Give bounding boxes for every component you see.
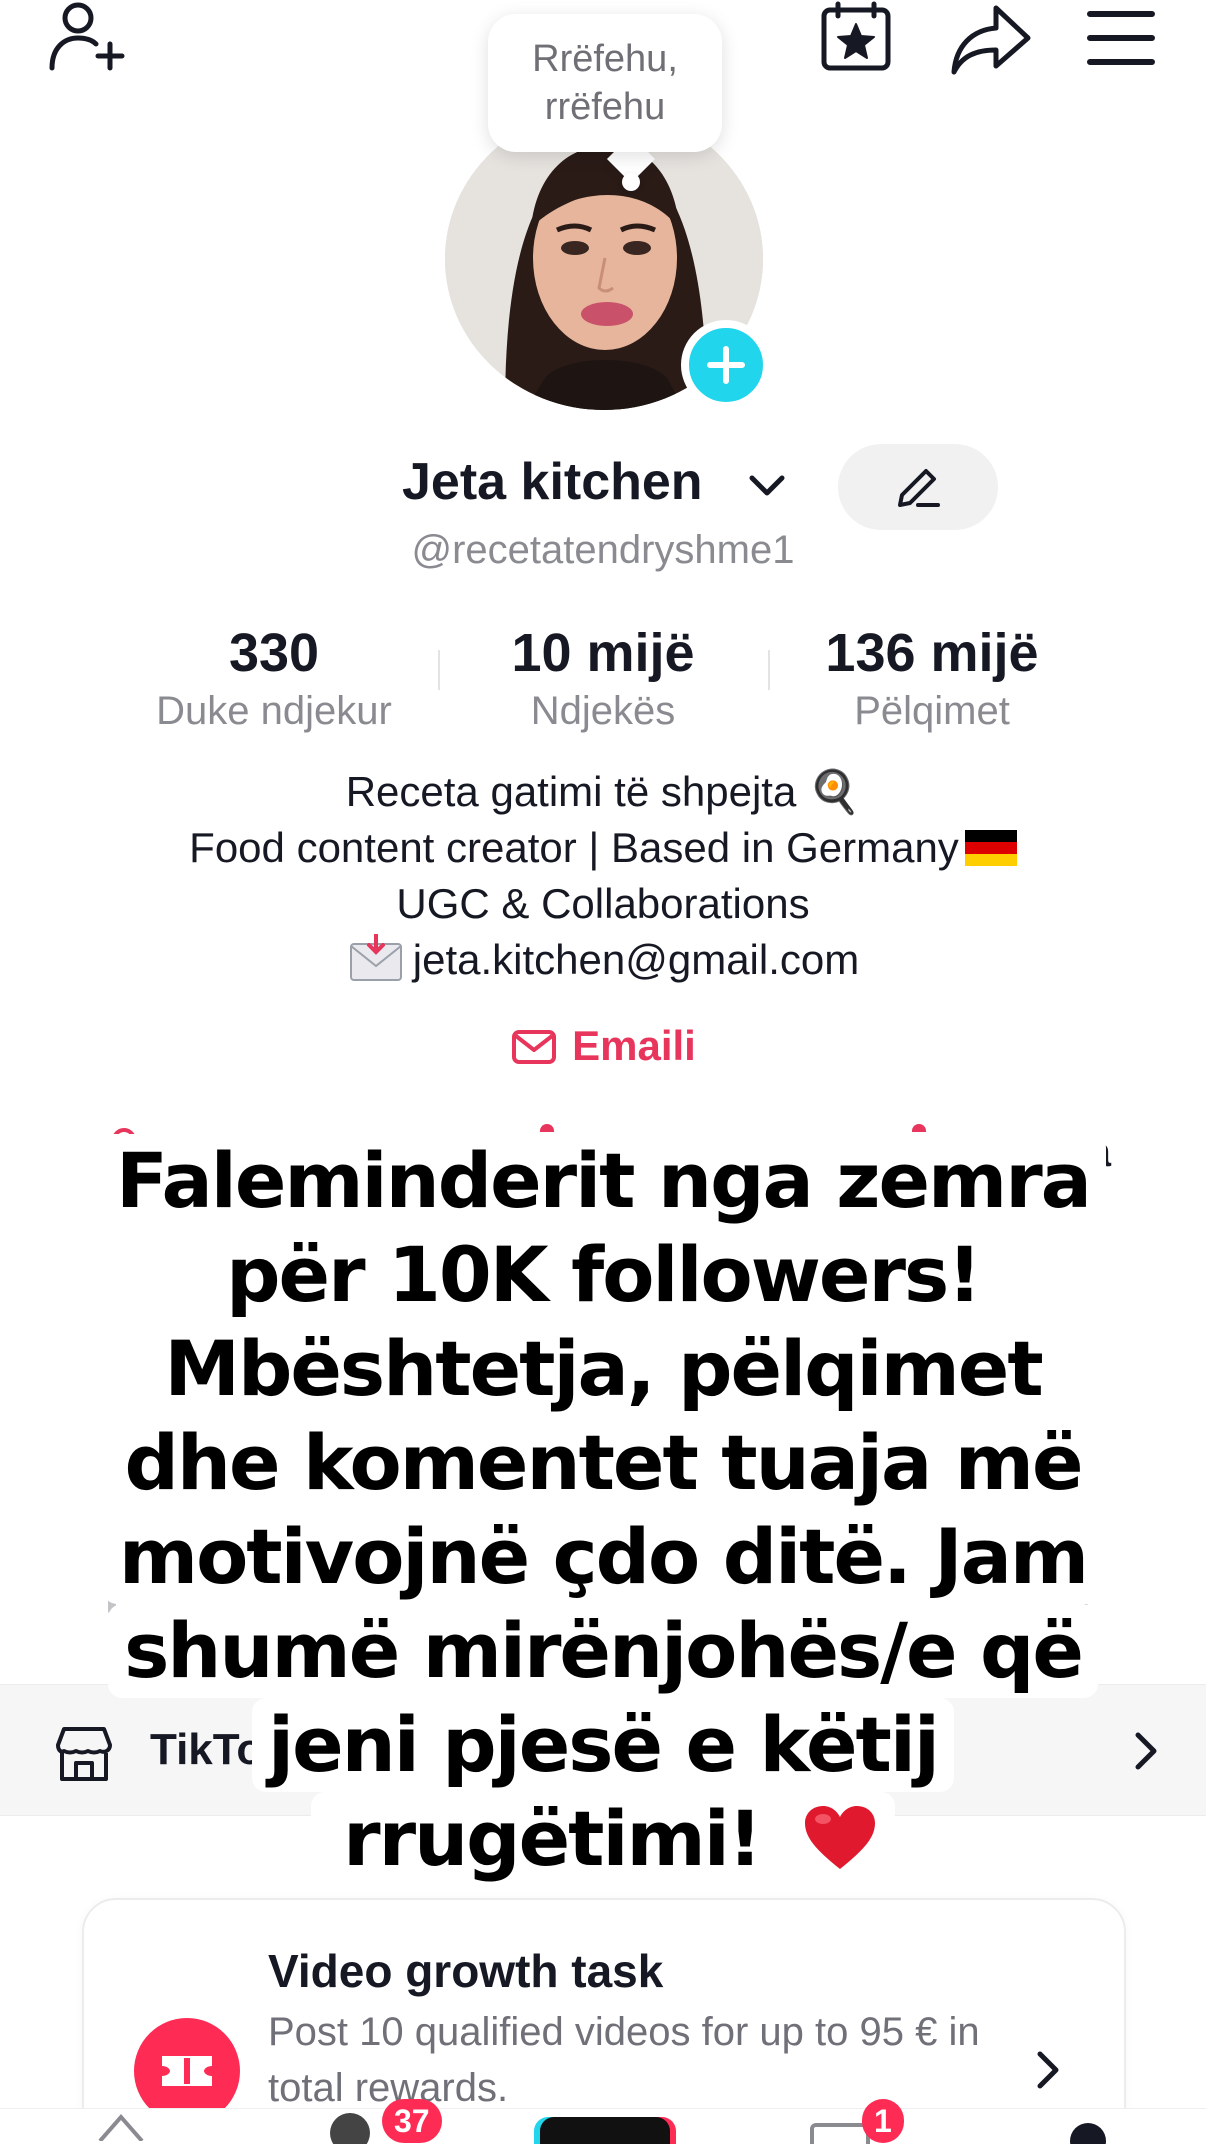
stat-following[interactable]: 330 Duke ndjekur — [124, 620, 424, 736]
email-button[interactable]: Emaili — [0, 1022, 1206, 1070]
caption-line-8: rrugëtimi! — [327, 1794, 777, 1883]
profile-page: Rrëfehu, rrëfehu Jeta kitchen @recetaten… — [0, 0, 1206, 2144]
bio-line-1-text: Receta gatimi të shpejta — [345, 768, 797, 815]
caption-line-5: motivojnë çdo ditë. Jam — [102, 1510, 1104, 1604]
stat-followers-label: Ndjekës — [530, 689, 676, 733]
email-label: Emaili — [572, 1022, 696, 1069]
profile-nav-icon[interactable] — [1070, 2123, 1106, 2144]
profile-handle: @recetatendryshme1 — [411, 528, 795, 572]
inbox-badge: 1 — [862, 2099, 904, 2143]
stat-likes[interactable]: 136 mijë Pëlqimet — [782, 620, 1082, 736]
caption-line: Mbështetja, pëlqimet — [0, 1322, 1206, 1416]
ticket-icon — [162, 2056, 212, 2086]
stat-following-label: Duke ndjekur — [156, 689, 392, 733]
bottom-nav: 37 1 — [0, 2099, 1206, 2144]
share-icon[interactable] — [948, 0, 1032, 84]
stat-divider — [438, 650, 440, 690]
home-icon[interactable] — [96, 2111, 146, 2141]
add-story-button[interactable] — [681, 320, 771, 410]
task-title: Video growth task — [268, 1945, 664, 1997]
pencil-icon — [898, 469, 940, 507]
inbox-icon[interactable] — [810, 2123, 870, 2144]
stat-followers-value: 10 mijë — [511, 623, 695, 683]
chevron-down-icon[interactable] — [744, 462, 790, 508]
profile-name[interactable]: Jeta kitchen — [402, 452, 703, 512]
hidden-item-indicator — [912, 1124, 926, 1132]
caption-line-3: Mbështetja, pëlqimet — [148, 1322, 1058, 1416]
caption-line: Faleminderit nga zemra — [0, 1134, 1206, 1228]
frying-pan-emoji: 🍳 — [807, 768, 861, 815]
chevron-right-icon — [1037, 2051, 1059, 2089]
bio-line-2-text: Food content creator | Based in Germany — [189, 824, 959, 871]
caption-line-7: jeni pjesë e këtij — [252, 1698, 954, 1792]
caption-line: për 10K followers! — [0, 1228, 1206, 1322]
bio-line-3: UGC & Collaborations — [396, 880, 810, 927]
caption-line: shumë mirënjohës/e që — [0, 1604, 1206, 1698]
calendar-star-icon[interactable] — [814, 0, 898, 84]
bio: Receta gatimi të shpejta 🍳 Food content … — [0, 764, 1206, 988]
bio-line-1: Receta gatimi të shpejta 🍳 — [0, 764, 1206, 820]
hidden-item-indicator — [540, 1124, 554, 1132]
caption-line: dhe komentet tuaja më — [0, 1416, 1206, 1510]
caption-line: motivojnë çdo ditë. Jam — [0, 1510, 1206, 1604]
avatar-container[interactable] — [445, 108, 771, 410]
menu-icon[interactable] — [1080, 0, 1164, 84]
stat-divider — [768, 650, 770, 690]
caption-line: rrugëtimi! — [0, 1792, 1206, 1886]
bio-line-2: Food content creator | Based in Germany — [0, 820, 1206, 876]
heart-icon — [804, 1806, 875, 1869]
mail-icon — [512, 1030, 557, 1064]
note-bubble[interactable]: Rrëfehu, rrëfehu — [488, 14, 722, 152]
stat-likes-value: 136 mijë — [825, 623, 1039, 683]
caption-line: jeni pjesë e këtij — [0, 1698, 1206, 1792]
stats-row: 330 Duke ndjekur 10 mijë Ndjekës 136 mij… — [0, 620, 1206, 740]
envelope-emoji-icon — [349, 934, 402, 981]
edit-profile-button[interactable] — [838, 444, 998, 530]
bio-email-text: jeta.kitchen@gmail.com — [412, 936, 860, 983]
task-description: Post 10 qualified videos for up to 95 € … — [268, 2010, 980, 2110]
caption-line-1: Faleminderit nga zemra — [100, 1134, 1106, 1228]
bio-line-4: jeta.kitchen@gmail.com — [0, 932, 1206, 988]
caption-line-6: shumë mirënjohës/e që — [108, 1604, 1098, 1698]
stat-followers[interactable]: 10 mijë Ndjekës — [453, 620, 753, 736]
name-row: Jeta kitchen — [0, 444, 1206, 530]
caption-line-2: për 10K followers! — [210, 1228, 996, 1322]
caption-line-8-wrap: rrugëtimi! — [311, 1792, 895, 1886]
friends-avatar[interactable] — [330, 2113, 370, 2144]
friends-badge: 37 — [382, 2099, 442, 2143]
germany-flag-icon — [964, 830, 1017, 866]
add-friend-icon[interactable] — [44, 0, 128, 84]
stat-likes-label: Pëlqimet — [854, 689, 1010, 733]
create-button[interactable] — [540, 2117, 670, 2144]
caption-line-4: dhe komentet tuaja më — [108, 1416, 1098, 1510]
stat-following-value: 330 — [228, 623, 320, 683]
bubble-dot — [622, 173, 640, 191]
